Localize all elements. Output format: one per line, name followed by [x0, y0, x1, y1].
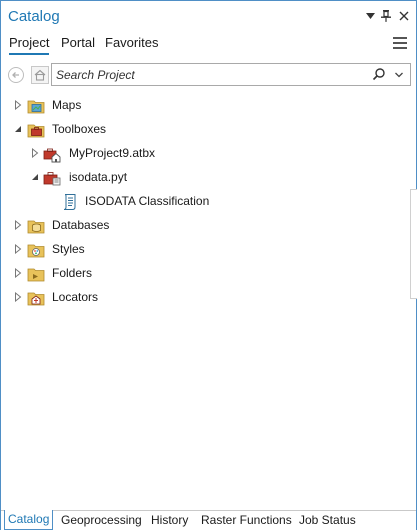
styles-folder-icon	[27, 244, 45, 258]
collapse-arrow-icon[interactable]	[30, 172, 40, 182]
tree-item-databases[interactable]: Databases	[1, 214, 410, 238]
databases-folder-icon	[27, 220, 45, 234]
collapse-arrow-icon[interactable]	[13, 124, 23, 134]
search-icon[interactable]	[372, 67, 386, 81]
search-box	[51, 63, 411, 86]
bottom-tab-raster-functions[interactable]: Raster Functions	[198, 511, 295, 530]
tab-project[interactable]: Project	[9, 35, 50, 55]
tree-item-label: Folders	[52, 266, 93, 280]
tab-portal[interactable]: Portal	[61, 35, 95, 53]
folders-folder-icon	[27, 268, 45, 282]
bottom-tab-strip: Catalog Geoprocessing History Raster Fun…	[1, 510, 416, 530]
bottom-tab-history[interactable]: History	[148, 511, 191, 530]
expand-arrow-icon[interactable]	[13, 220, 23, 230]
catalog-pane: Catalog Project Portal Favorites Search …	[0, 0, 417, 530]
expand-arrow-icon[interactable]	[13, 100, 23, 110]
tree-item-myproject9-atbx[interactable]: MyProject9.atbx	[1, 142, 410, 166]
tab-favorites[interactable]: Favorites	[105, 35, 158, 53]
bottom-tab-geoprocessing[interactable]: Geoprocessing	[58, 511, 145, 530]
pane-titlebar: Catalog	[1, 1, 416, 31]
back-arrow-icon[interactable]	[8, 67, 24, 83]
search-input[interactable]	[56, 67, 356, 82]
tree-item-label: Maps	[52, 98, 82, 112]
toolbox-home-icon	[43, 148, 61, 163]
tree-item-styles[interactable]: Styles	[1, 238, 410, 262]
tree-item-label: Locators	[52, 290, 99, 304]
menu-icon[interactable]	[393, 37, 407, 49]
chevron-down-icon[interactable]	[394, 69, 404, 79]
tree-item-label: isodata.pyt	[69, 170, 128, 184]
search-row	[1, 63, 416, 87]
pin-icon[interactable]	[378, 7, 394, 25]
tree-item-maps[interactable]: Maps	[1, 94, 410, 118]
maps-folder-icon	[27, 100, 45, 114]
tree-item-folders[interactable]: Folders	[1, 262, 410, 286]
tree-item-label: Toolboxes	[52, 122, 107, 136]
home-icon[interactable]	[31, 66, 49, 84]
tree-item-isodata-classification[interactable]: ISODATA Classification	[1, 190, 410, 214]
tree-item-toolboxes[interactable]: Toolboxes	[1, 118, 410, 142]
expand-arrow-icon[interactable]	[13, 292, 23, 302]
script-tool-icon	[63, 194, 76, 210]
bottom-tab-job-status[interactable]: Job Status	[296, 511, 359, 530]
tree-item-locators[interactable]: Locators	[1, 286, 410, 310]
tree-item-label: Styles	[52, 242, 85, 256]
tree-item-label: Databases	[52, 218, 110, 232]
catalog-tabs: Project Portal Favorites	[1, 33, 416, 59]
side-resize-handle[interactable]	[410, 189, 417, 299]
close-icon[interactable]	[396, 7, 412, 25]
expand-arrow-icon[interactable]	[30, 148, 40, 158]
python-toolbox-icon	[43, 172, 61, 186]
expand-arrow-icon[interactable]	[13, 244, 23, 254]
tree-item-isodata-pyt[interactable]: isodata.pyt	[1, 166, 410, 190]
bottom-tab-catalog[interactable]: Catalog	[4, 510, 54, 530]
toolboxes-folder-icon	[27, 124, 45, 138]
pane-options-dropdown-icon[interactable]	[362, 7, 378, 25]
tree-item-label: ISODATA Classification	[85, 194, 210, 208]
locators-folder-icon	[27, 292, 45, 306]
expand-arrow-icon[interactable]	[13, 268, 23, 278]
pane-title: Catalog	[8, 8, 60, 25]
tree-item-label: MyProject9.atbx	[69, 146, 156, 160]
